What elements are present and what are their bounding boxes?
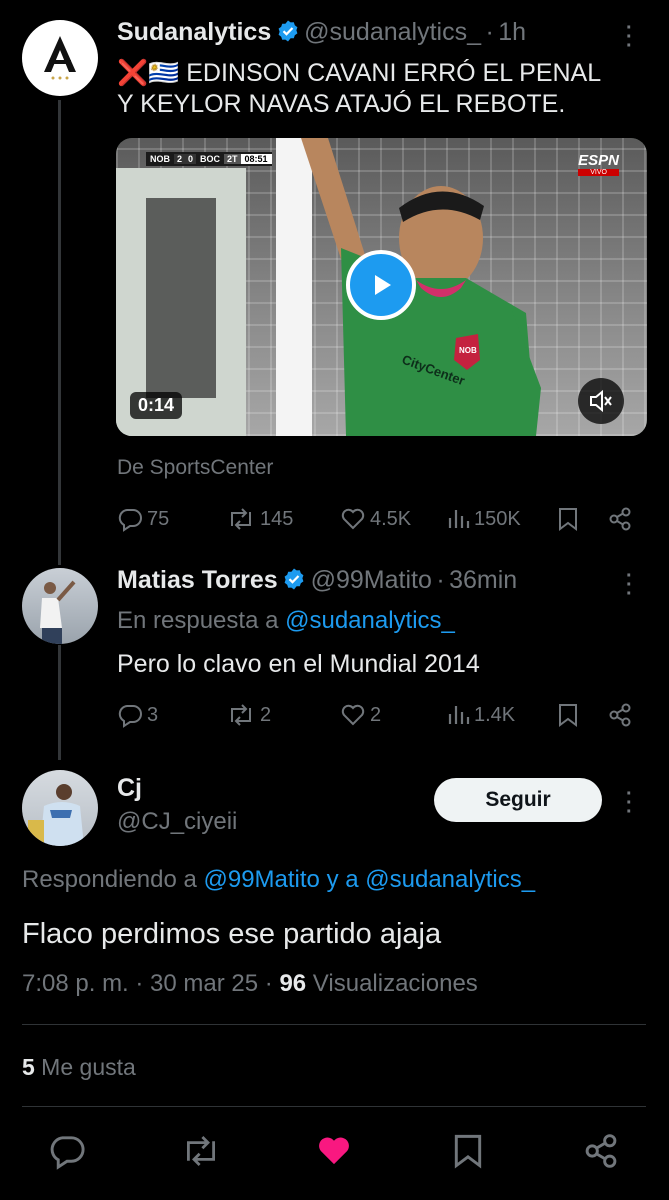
heart-icon (341, 508, 365, 530)
bookmark-icon (559, 508, 577, 531)
views-action[interactable]: 1.4K (446, 702, 515, 728)
separator-dot: · (485, 18, 494, 46)
crest-text: NOB (459, 346, 477, 355)
likes-count: 5 (22, 1054, 35, 1080)
person-photo-icon (40, 580, 76, 644)
bookmark-icon (559, 704, 577, 727)
more-options-icon[interactable]: · · · (626, 784, 633, 822)
author-handle[interactable]: @CJ_ciyeii (117, 808, 237, 836)
repost-action[interactable]: 2 (226, 702, 271, 728)
share-icon (609, 507, 631, 531)
bookmark-action-main[interactable] (450, 1132, 486, 1170)
share-action-main[interactable] (582, 1132, 620, 1170)
tweet-text-line-1: EDINSON CAVANI ERRÓ EL PENAL (186, 59, 602, 87)
tweet1-text: ❌🇺🇾 EDINSON CAVANI ERRÓ EL PENAL Y KEYLO… (117, 58, 647, 120)
tweet2-header: Matias Torres @99Matito · 36min (117, 566, 517, 595)
replying-to-prefix: Respondiendo a (22, 866, 204, 893)
views-chart-icon (448, 510, 470, 528)
video-player[interactable]: NOB 2 0 BOC 2T 08:51 ESPN VIVO NOB CityC… (116, 138, 647, 436)
repost-icon (231, 704, 251, 726)
bookmark-icon (454, 1134, 482, 1169)
like-action-main[interactable] (314, 1132, 354, 1170)
like-count: 2 (370, 703, 382, 726)
heart-icon (341, 704, 365, 726)
heart-filled-icon (319, 1137, 349, 1165)
more-options-icon[interactable]: · · · (626, 566, 633, 604)
author-name[interactable]: Sudanalytics (117, 18, 271, 46)
repost-icon (231, 508, 251, 530)
follow-button[interactable]: Seguir (434, 778, 602, 822)
reply-action[interactable]: 75 (117, 506, 169, 532)
share-action[interactable] (607, 702, 633, 728)
divider (22, 1024, 646, 1025)
mute-button[interactable] (578, 378, 624, 424)
reply-icon (118, 705, 142, 728)
avatar-sudanalytics[interactable] (22, 20, 98, 96)
main-tweet-text: Flaco perdimos ese partido ajaja (22, 918, 442, 950)
reply-count: 3 (147, 703, 159, 726)
more-options-icon[interactable]: · · · (626, 18, 633, 56)
sudanalytics-logo-icon (44, 36, 76, 80)
views-chart-icon (448, 706, 470, 724)
repost-count: 2 (260, 703, 272, 726)
like-action[interactable]: 4.5K (340, 506, 411, 532)
separator-dot: · (436, 566, 445, 594)
verified-badge-icon (284, 568, 304, 590)
like-count: 4.5K (370, 507, 412, 530)
play-icon (375, 275, 391, 295)
author-name[interactable]: Cj (117, 774, 142, 803)
views-action[interactable]: 150K (446, 506, 521, 532)
view-count: 1.4K (474, 703, 516, 726)
like-action[interactable]: 2 (340, 702, 381, 728)
view-count: 150K (474, 507, 521, 530)
play-button[interactable] (346, 250, 416, 320)
repost-icon (187, 1136, 215, 1166)
bookmark-action[interactable] (556, 506, 580, 532)
verified-badge-icon (278, 20, 298, 42)
repost-action-main[interactable] (180, 1132, 222, 1170)
thread-line (58, 100, 61, 565)
replying-to-user-2[interactable]: @sudanalytics_ (365, 866, 535, 893)
tweet1-header: Sudanalytics @sudanalytics_ · 1h (117, 18, 526, 47)
share-icon (609, 703, 631, 727)
bookmark-action[interactable] (556, 702, 580, 728)
likes-summary[interactable]: 5 Me gusta (22, 1054, 136, 1081)
avatar-cj[interactable] (22, 770, 98, 846)
person-photo-icon (28, 784, 84, 846)
reply-icon (118, 509, 142, 532)
timestamp[interactable]: 1h (498, 18, 526, 46)
reply-context-user[interactable]: @sudanalytics_ (285, 607, 455, 634)
tweet-meta: 7:08 p. m. · 30 mar 25 · 96 Visualizacio… (22, 970, 478, 998)
reply-context-prefix: En respuesta a (117, 607, 286, 634)
reply-action[interactable]: 3 (117, 702, 158, 728)
tweet-text-line-2: Y KEYLOR NAVAS ATAJÓ EL REBOTE. (117, 90, 566, 118)
timestamp[interactable]: 36min (449, 566, 517, 594)
reply-count: 75 (147, 507, 170, 530)
reply-context: En respuesta a @sudanalytics_ (117, 607, 455, 635)
likes-label: Me gusta (34, 1054, 136, 1080)
share-icon (585, 1134, 617, 1168)
video-duration: 0:14 (130, 392, 183, 419)
repost-count: 145 (260, 507, 294, 530)
reply-action-main[interactable] (48, 1132, 86, 1170)
author-name[interactable]: Matias Torres (117, 566, 278, 594)
share-action[interactable] (607, 506, 633, 532)
video-source[interactable]: De SportsCenter (117, 456, 273, 480)
author-handle[interactable]: @sudanalytics_ (304, 18, 481, 46)
reply-icon (50, 1136, 85, 1170)
replying-to: Respondiendo a @99Matito y a @sudanalyti… (22, 866, 535, 894)
divider (22, 1106, 646, 1107)
flag-emojis: ❌🇺🇾 (117, 59, 180, 87)
tweet-datetime[interactable]: 7:08 p. m. · 30 mar 25 · (22, 970, 279, 997)
repost-action[interactable]: 145 (226, 506, 293, 532)
avatar-matias-torres[interactable] (22, 568, 98, 644)
thread-line-2 (58, 645, 61, 760)
author-handle[interactable]: @99Matito (311, 566, 432, 594)
views-label: Visualizaciones (306, 970, 478, 997)
muted-speaker-icon (590, 389, 612, 413)
replying-to-user-1[interactable]: @99Matito (203, 866, 319, 893)
views-count: 96 (279, 970, 307, 997)
replying-to-join: y a (319, 866, 366, 893)
tweet2-text: Pero lo clavo en el Mundial 2014 (117, 650, 480, 678)
